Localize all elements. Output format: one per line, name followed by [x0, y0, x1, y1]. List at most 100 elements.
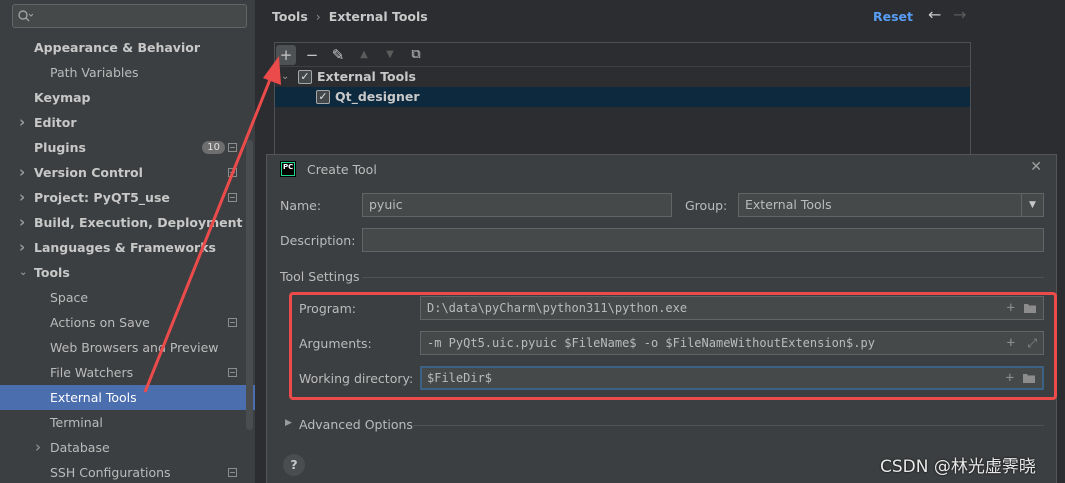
program-field[interactable]: D:\data\pyCharm\python311\python.exe + — [420, 296, 1044, 320]
chevron-right-icon[interactable]: › — [19, 210, 29, 235]
sidebar-item[interactable]: › Version Control — [0, 160, 255, 185]
project-level-icon — [228, 168, 237, 177]
project-level-icon — [228, 318, 237, 327]
breadcrumb: Tools › External Tools — [272, 9, 428, 24]
insert-macro-icon[interactable]: + — [1007, 297, 1015, 319]
name-label: Name: — [280, 198, 322, 213]
reset-link[interactable]: Reset — [873, 9, 913, 24]
expand-icon[interactable]: ⤢ — [1027, 332, 1037, 354]
move-down-icon[interactable]: ▼ — [380, 45, 400, 65]
group-select[interactable]: External Tools ▼ — [738, 193, 1044, 217]
copy-icon[interactable]: ⧉ — [406, 45, 426, 65]
watermark: CSDN @林光虚霁晓 — [880, 457, 1036, 477]
sidebar-item-label: Build, Execution, Deployment — [34, 215, 243, 230]
sidebar-item[interactable]: › Build, Execution, Deployment — [0, 210, 255, 235]
pycharm-logo-icon: PC — [280, 161, 296, 177]
group-checkbox[interactable]: ✓ — [298, 70, 312, 84]
expand-triangle-icon[interactable]: ▶ — [285, 418, 292, 428]
working-directory-field[interactable]: $FileDir$ + — [420, 366, 1044, 390]
description-label: Description: — [280, 233, 356, 248]
group-label: Group: — [685, 198, 728, 213]
sidebar-item-label: Web Browsers and Preview — [50, 340, 219, 355]
chevron-right-icon[interactable]: › — [19, 110, 29, 135]
working-directory-value: $FileDir$ — [427, 371, 493, 385]
add-icon[interactable]: + — [276, 45, 296, 65]
tool-settings-title: Tool Settings — [280, 269, 360, 284]
sidebar-item[interactable]: › Languages & Frameworks — [0, 235, 255, 260]
chevron-down-icon[interactable]: ⌄ — [19, 260, 29, 285]
settings-sidebar: Appearance & Behavior Path Variables Keyma… — [0, 0, 255, 483]
sidebar-item[interactable]: Actions on Save — [0, 310, 255, 335]
project-level-icon — [228, 143, 237, 152]
breadcrumb-external-tools: External Tools — [328, 9, 428, 24]
forward-arrow-icon[interactable]: → — [953, 5, 966, 24]
tool-checkbox[interactable]: ✓ — [316, 90, 330, 104]
sidebar-item-label: SSH Configurations — [50, 465, 171, 480]
search-icon — [17, 9, 34, 26]
insert-macro-icon[interactable]: + — [1007, 332, 1015, 354]
tools-toolbar: + − ✎ ▲ ▼ ⧉ — [275, 43, 970, 67]
insert-macro-icon[interactable]: + — [1006, 368, 1014, 388]
sidebar-item[interactable]: Appearance & Behavior — [0, 35, 255, 60]
chevron-down-icon[interactable]: ⌄ — [281, 67, 289, 87]
sidebar-item[interactable]: Web Browsers and Preview — [0, 335, 255, 360]
advanced-divider — [413, 425, 1044, 426]
remove-icon[interactable]: − — [302, 45, 322, 65]
edit-icon[interactable]: ✎ — [328, 45, 348, 65]
sidebar-item-label: Plugins — [34, 140, 86, 155]
chevron-right-icon[interactable]: › — [19, 185, 29, 210]
working-directory-label: Working directory: — [299, 371, 414, 386]
arguments-label: Arguments: — [299, 336, 372, 351]
folder-icon[interactable] — [1022, 368, 1036, 388]
right-background — [988, 0, 1065, 154]
sidebar-item[interactable]: Path Variables — [0, 60, 255, 85]
settings-tree: Appearance & Behavior Path Variables Keyma… — [0, 35, 255, 483]
sidebar-item-label: Terminal — [50, 415, 103, 430]
sidebar-item-label: External Tools — [50, 390, 137, 405]
external-tools-panel: + − ✎ ▲ ▼ ⧉ ⌄ ✓ External Tools ✓ Qt_desi… — [274, 42, 971, 172]
section-divider — [362, 277, 1044, 278]
tool-item-label: Qt_designer — [335, 89, 420, 104]
tool-group-row[interactable]: ⌄ ✓ External Tools — [275, 67, 970, 87]
help-button[interactable]: ? — [283, 454, 305, 476]
sidebar-item[interactable]: Plugins 10 — [0, 135, 255, 160]
program-value: D:\data\pyCharm\python311\python.exe — [427, 301, 688, 315]
breadcrumb-tools[interactable]: Tools — [272, 9, 308, 24]
back-arrow-icon[interactable]: ← — [928, 5, 941, 24]
sidebar-item[interactable]: › Project: PyQT5_use — [0, 185, 255, 210]
sidebar-item[interactable]: › Editor — [0, 110, 255, 135]
sidebar-item[interactable]: External Tools — [0, 385, 255, 410]
chevron-down-icon[interactable]: ▼ — [1021, 194, 1043, 216]
tool-item-row[interactable]: ✓ Qt_designer — [275, 87, 970, 107]
folder-icon[interactable] — [1023, 297, 1037, 319]
plugin-update-badge: 10 — [202, 141, 225, 154]
chevron-right-icon[interactable]: › — [35, 435, 45, 460]
sidebar-item[interactable]: SSH Configurations — [0, 460, 255, 483]
group-select-value: External Tools — [745, 197, 832, 212]
sidebar-item[interactable]: › Database — [0, 435, 255, 460]
sidebar-scrollbar[interactable] — [246, 140, 253, 430]
create-tool-dialog: PC Create Tool ✕ Name: pyuic Group: Exte… — [266, 154, 1057, 483]
description-field[interactable] — [362, 228, 1044, 252]
move-up-icon[interactable]: ▲ — [354, 45, 374, 65]
settings-search-input[interactable] — [12, 4, 247, 28]
dialog-title: Create Tool — [307, 162, 377, 177]
chevron-right-icon[interactable]: › — [19, 235, 29, 260]
sidebar-item-label: Editor — [34, 115, 77, 130]
sidebar-item[interactable]: Terminal — [0, 410, 255, 435]
advanced-options-toggle[interactable]: Advanced Options — [299, 417, 413, 432]
name-field[interactable]: pyuic — [362, 193, 672, 217]
sidebar-item[interactable]: File Watchers — [0, 360, 255, 385]
sidebar-item[interactable]: ⌄ Tools — [0, 260, 255, 285]
sidebar-item-label: Database — [50, 440, 110, 455]
close-icon[interactable]: ✕ — [1030, 159, 1042, 175]
sidebar-item[interactable]: Keymap — [0, 85, 255, 110]
sidebar-item-label: Version Control — [34, 165, 143, 180]
arguments-field[interactable]: -m PyQt5.uic.pyuic $FileName$ -o $FileNa… — [420, 331, 1044, 355]
sidebar-item-label: Path Variables — [50, 65, 139, 80]
sidebar-item-label: Space — [50, 290, 89, 305]
arguments-value: -m PyQt5.uic.pyuic $FileName$ -o $FileNa… — [427, 336, 875, 350]
program-label: Program: — [299, 301, 356, 316]
sidebar-item[interactable]: Space — [0, 285, 255, 310]
chevron-right-icon[interactable]: › — [19, 160, 29, 185]
